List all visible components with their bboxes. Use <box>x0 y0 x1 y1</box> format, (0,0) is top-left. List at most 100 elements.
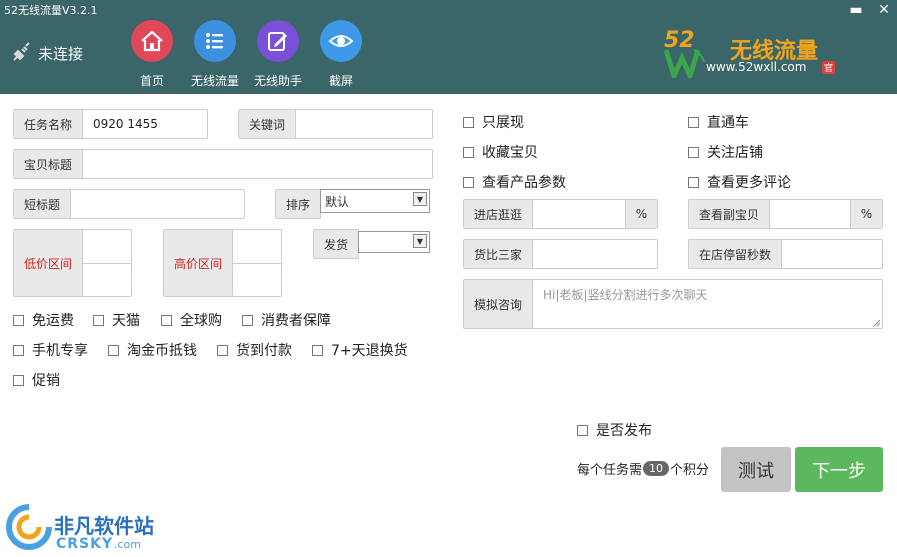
checkbox-free-shipping[interactable]: 免运费 <box>13 310 74 330</box>
checkbox-mobile-exclusive[interactable]: 手机专享 <box>13 340 88 360</box>
nav-home[interactable]: 首页 <box>122 20 182 89</box>
nav-wireless-traffic[interactable]: 无线流量 <box>185 20 245 89</box>
header-bar: 52无线流量V3.2.1 ▬ ✕ 未连接 首页 无线流量 无线助手 截屏 52 … <box>0 0 897 94</box>
checkbox-box[interactable] <box>463 176 474 188</box>
test-button[interactable]: 测试 <box>721 447 791 492</box>
checkbox-box[interactable] <box>242 314 253 326</box>
checkbox-view-params[interactable]: 查看产品参数 <box>463 172 566 192</box>
list-icon <box>194 20 236 62</box>
nav-home-label: 首页 <box>139 74 164 88</box>
connection-status-text: 未连接 <box>38 44 84 63</box>
checkbox-label: 收藏宝贝 <box>482 145 538 161</box>
sort-select-value: 默认 <box>325 194 350 209</box>
nav-wireless-assistant-label: 无线助手 <box>253 74 302 88</box>
checkbox-cod[interactable]: 货到付款 <box>217 340 292 360</box>
checkbox-box[interactable] <box>463 116 474 128</box>
compare-label: 货比三家 <box>463 239 533 269</box>
checkbox-label: 淘金币抵钱 <box>127 343 197 359</box>
checkbox-display-only[interactable]: 只展现 <box>463 112 524 132</box>
checkbox-box[interactable] <box>217 344 228 356</box>
next-step-button[interactable]: 下一步 <box>795 447 883 492</box>
stay-seconds-label: 在店停留秒数 <box>688 239 782 269</box>
consult-placeholder: Hi|老板|竖线分割进行多次聊天 <box>543 288 708 302</box>
low-price-max-input[interactable] <box>82 263 132 297</box>
checkbox-tmall[interactable]: 天猫 <box>93 310 140 330</box>
watermark-tld: .com <box>114 538 141 551</box>
cost-prefix: 每个任务需 <box>577 463 643 478</box>
checkbox-publish[interactable]: 是否发布 <box>577 420 652 440</box>
checkbox-box[interactable] <box>312 344 323 356</box>
checkbox-box[interactable] <box>13 374 24 386</box>
checkbox-label: 只展现 <box>482 115 524 131</box>
checkbox-through-train[interactable]: 直通车 <box>688 112 749 132</box>
close-button[interactable]: ✕ <box>874 0 894 20</box>
checkbox-box[interactable] <box>688 116 699 128</box>
percent-suffix: % <box>850 200 882 228</box>
checkbox-label: 促销 <box>32 373 60 389</box>
item-title-input[interactable] <box>82 149 433 179</box>
checkbox-label: 查看产品参数 <box>482 175 566 191</box>
checkbox-label: 是否发布 <box>596 423 652 439</box>
checkbox-label: 全球购 <box>180 313 222 329</box>
window-title: 52无线流量V3.2.1 <box>4 4 98 17</box>
minimize-button[interactable]: ▬ <box>846 0 866 20</box>
low-price-label: 低价区间 <box>13 229 83 297</box>
plug-icon <box>13 42 30 61</box>
item-title-label: 宝贝标题 <box>13 149 83 179</box>
checkbox-box[interactable] <box>688 176 699 188</box>
short-title-input[interactable] <box>70 189 245 219</box>
eye-icon <box>320 20 362 62</box>
watermark-en: CRSKY <box>56 536 114 552</box>
checkbox-label: 消费者保障 <box>261 313 331 329</box>
crsky-logo-icon <box>6 504 52 550</box>
chevron-down-icon[interactable]: ▼ <box>413 192 427 206</box>
consult-textarea[interactable]: Hi|老板|竖线分割进行多次聊天 <box>532 279 883 329</box>
checkbox-favorite-item[interactable]: 收藏宝贝 <box>463 142 538 162</box>
watermark-logo: 非凡软件站 CRSKY .com <box>0 498 160 557</box>
checkbox-global[interactable]: 全球购 <box>161 310 222 330</box>
checkbox-more-reviews[interactable]: 查看更多评论 <box>688 172 791 192</box>
checkbox-box[interactable] <box>463 146 474 158</box>
brand-logo: 52 无线流量 www.52wxll.com 官 <box>662 28 842 80</box>
high-price-label: 高价区间 <box>163 229 233 297</box>
chevron-down-icon[interactable]: ▼ <box>413 234 427 248</box>
checkbox-box[interactable] <box>161 314 172 326</box>
checkbox-label: 7+天退换货 <box>331 343 408 359</box>
keyword-input[interactable] <box>295 109 433 139</box>
browse-shop-input[interactable]: % <box>532 199 658 229</box>
stay-seconds-input[interactable] <box>781 239 883 269</box>
cost-suffix: 个积分 <box>670 463 710 478</box>
checkbox-label: 关注店铺 <box>707 145 763 161</box>
checkbox-box[interactable] <box>688 146 699 158</box>
checkbox-taojinbi[interactable]: 淘金币抵钱 <box>108 340 197 360</box>
ship-select[interactable]: ▼ <box>358 231 430 253</box>
sort-select[interactable]: 默认 ▼ <box>320 189 430 213</box>
low-price-min-input[interactable] <box>82 229 132 264</box>
high-price-max-input[interactable] <box>232 263 282 297</box>
checkbox-consumer-protection[interactable]: 消费者保障 <box>242 310 331 330</box>
high-price-min-input[interactable] <box>232 229 282 264</box>
task-name-label: 任务名称 <box>13 109 83 139</box>
sort-label: 排序 <box>275 189 321 219</box>
checkbox-promotion[interactable]: 促销 <box>13 370 60 390</box>
compare-input[interactable] <box>532 239 658 269</box>
resize-grip-icon[interactable] <box>873 319 881 327</box>
checkbox-box[interactable] <box>108 344 119 356</box>
cost-badge: 10 <box>643 461 670 476</box>
view-sub-item-input[interactable]: % <box>769 199 883 229</box>
ship-label: 发货 <box>313 229 359 259</box>
nav-wireless-assistant[interactable]: 无线助手 <box>248 20 308 89</box>
checkbox-label: 货到付款 <box>236 343 292 359</box>
checkbox-follow-shop[interactable]: 关注店铺 <box>688 142 763 162</box>
checkbox-box[interactable] <box>93 314 104 326</box>
checkbox-box[interactable] <box>577 424 588 436</box>
cost-info: 每个任务需 10 个积分 <box>577 459 709 478</box>
nav-screenshot[interactable]: 截屏 <box>311 20 371 89</box>
checkbox-label: 手机专享 <box>32 343 88 359</box>
checkbox-7day-return[interactable]: 7+天退换货 <box>312 340 408 360</box>
task-name-input[interactable]: 0920 1455 <box>82 109 208 139</box>
checkbox-box[interactable] <box>13 314 24 326</box>
brand-official-tag: 官 <box>822 61 836 74</box>
home-icon <box>131 20 173 62</box>
checkbox-box[interactable] <box>13 344 24 356</box>
